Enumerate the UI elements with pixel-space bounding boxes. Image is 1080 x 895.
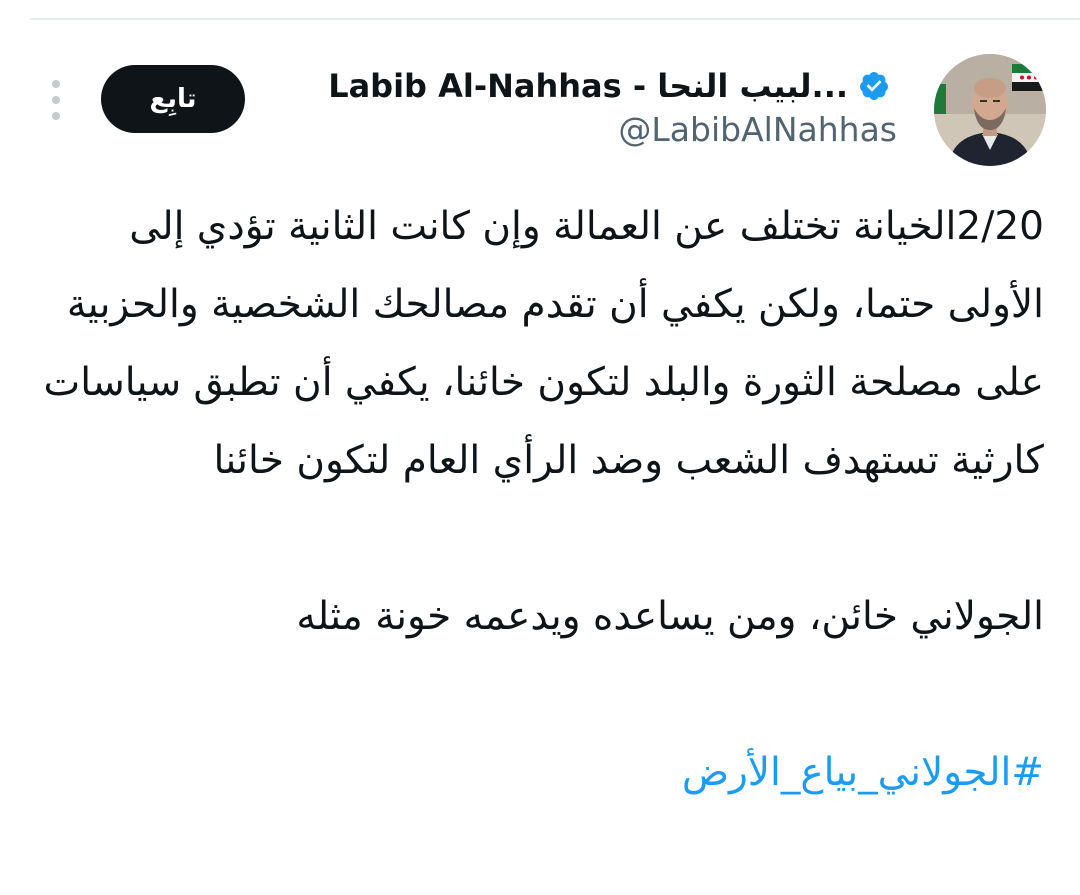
verified-badge-icon: [859, 72, 888, 100]
more-options-icon[interactable]: [44, 80, 68, 120]
tweet-paragraph-1: 2/20الخيانة تختلف عن العمالة وإن كانت ال…: [34, 188, 1044, 500]
avatar[interactable]: [934, 54, 1046, 166]
author-handle[interactable]: @LabibAlNahhas: [618, 110, 897, 149]
tweet-paragraph-2: الجولاني خائن، ومن يساعده ويدعمه خونة مث…: [296, 594, 1044, 639]
thread-index: 2/20: [956, 204, 1044, 249]
follow-button[interactable]: تابِع: [101, 65, 245, 133]
top-divider: [30, 18, 1080, 20]
avatar-image: [934, 54, 1046, 166]
tweet-paragraph-1-text: الخيانة تختلف عن العمالة وإن كانت الثاني…: [43, 204, 1044, 483]
author-name-row[interactable]: Labib Al-Nahhas - لبيب النحا...: [328, 62, 890, 110]
hashtag-link[interactable]: #الجولاني_بياع_الأرض: [682, 750, 1044, 795]
tweet-text: 2/20الخيانة تختلف عن العمالة وإن كانت ال…: [34, 188, 1044, 812]
author-display-name[interactable]: Labib Al-Nahhas - لبيب النحا...: [328, 67, 848, 105]
